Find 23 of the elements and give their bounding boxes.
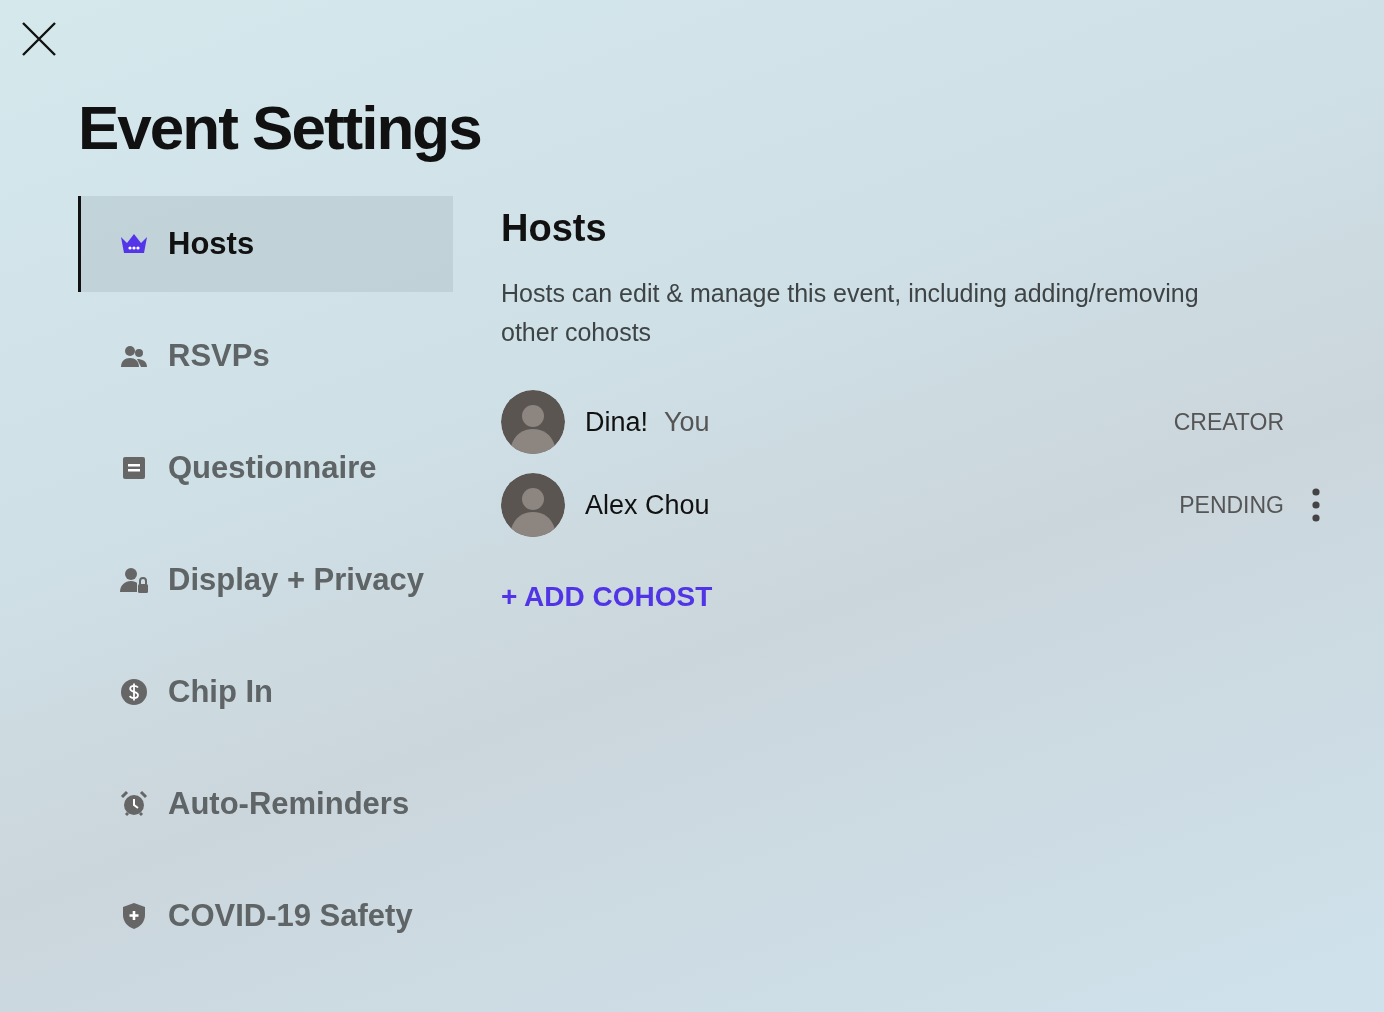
host-name: Dina!	[585, 406, 649, 438]
person-lock-icon	[119, 565, 149, 595]
page-title: Event Settings	[78, 92, 481, 164]
dollar-icon	[119, 677, 149, 707]
sidebar-item[interactable]: Auto-Reminders	[78, 756, 453, 852]
sidebar-item[interactable]: Display + Privacy	[78, 532, 453, 628]
avatar	[501, 473, 565, 537]
section-description: Hosts can edit & manage this event, including adding/removing other cohosts	[501, 278, 1200, 348]
sidebar-item[interactable]: RSVPs	[78, 308, 453, 404]
add-cohost-button[interactable]: + ADD COHOST	[501, 581, 713, 613]
host-tag: You	[664, 406, 710, 438]
sidebar-item[interactable]: Questionnaire	[78, 420, 453, 516]
sidebar-item[interactable]: Chip In	[78, 644, 453, 740]
host-role: PENDING	[1179, 491, 1284, 519]
sidebar-item[interactable]: Hosts	[78, 196, 453, 292]
avatar	[501, 390, 565, 454]
section-heading: Hosts	[501, 206, 607, 251]
alarm-clock-icon	[119, 789, 149, 819]
sidebar-item[interactable]: COVID-19 Safety	[78, 868, 453, 964]
host-role: CREATOR	[1173, 408, 1284, 436]
more-options-button[interactable]	[1312, 488, 1320, 522]
host-name: Alex Chou	[585, 489, 710, 521]
close-button[interactable]	[22, 22, 56, 56]
